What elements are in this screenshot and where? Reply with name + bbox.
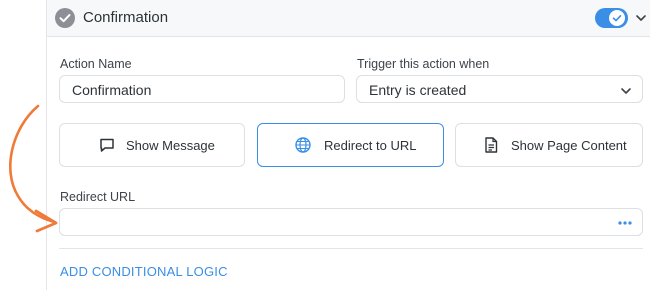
globe-icon xyxy=(295,137,311,153)
action-enabled-toggle[interactable] xyxy=(595,8,628,28)
trigger-label: Trigger this action when xyxy=(357,57,490,71)
check-circle-icon xyxy=(55,8,75,28)
show-page-content-label: Show Page Content xyxy=(511,138,627,153)
toggle-knob xyxy=(609,10,625,26)
action-title: Confirmation xyxy=(83,9,169,26)
add-conditional-logic-link[interactable]: ADD CONDITIONAL LOGIC xyxy=(60,264,228,279)
more-options-icon[interactable] xyxy=(618,221,632,225)
show-message-button[interactable]: Show Message xyxy=(59,123,245,167)
action-name-input[interactable]: Confirmation xyxy=(59,75,345,103)
divider xyxy=(59,248,643,249)
show-page-content-button[interactable]: Show Page Content xyxy=(455,123,643,167)
message-icon xyxy=(100,138,114,152)
document-icon xyxy=(485,137,498,153)
action-name-label: Action Name xyxy=(60,57,132,71)
trigger-select[interactable]: Entry is created xyxy=(356,75,643,103)
redirect-url-input[interactable] xyxy=(59,208,643,236)
action-header[interactable]: Confirmation xyxy=(47,0,650,37)
redirect-url-label: Redirect URL xyxy=(60,190,136,204)
redirect-to-url-button[interactable]: Redirect to URL xyxy=(257,123,444,167)
chevron-down-icon[interactable] xyxy=(635,12,647,24)
action-name-value: Confirmation xyxy=(72,82,152,98)
chevron-down-icon xyxy=(621,88,631,94)
trigger-value: Entry is created xyxy=(369,82,467,98)
show-message-label: Show Message xyxy=(126,138,215,153)
redirect-to-url-label: Redirect to URL xyxy=(324,138,417,153)
